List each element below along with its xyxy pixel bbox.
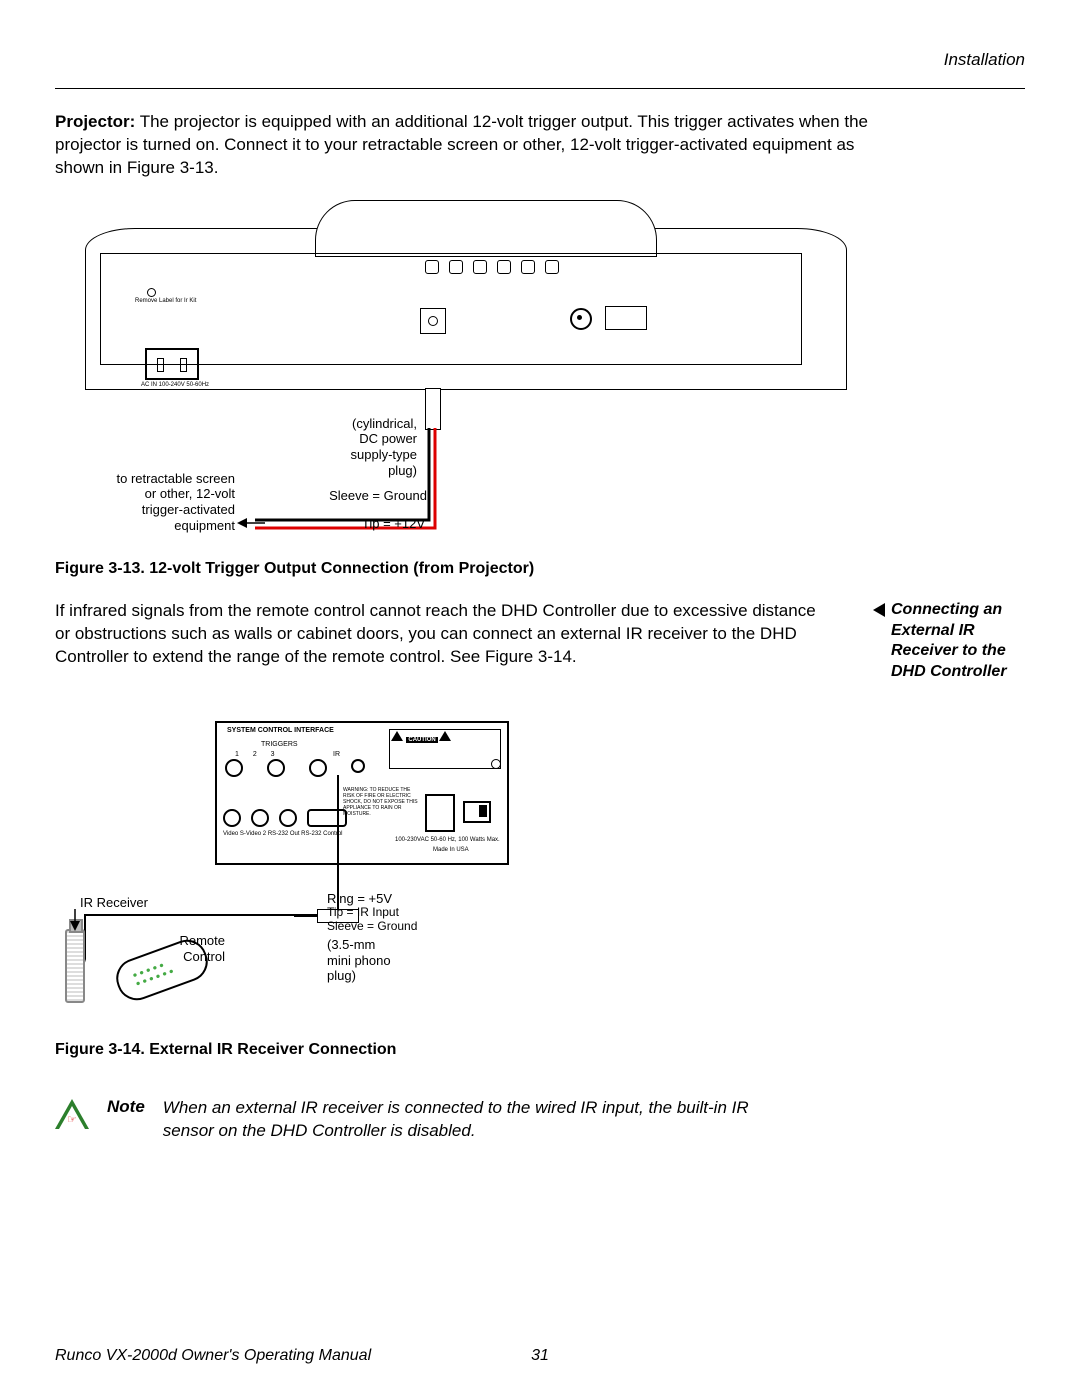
sidehead-connecting-ir: Connecting an External IR Receiver to th…	[873, 600, 1025, 683]
ir-receiver-arrow	[69, 909, 81, 931]
section-header: Installation	[55, 50, 1025, 70]
figure-3-13-caption: Figure 3-13. 12-volt Trigger Output Conn…	[55, 560, 1025, 578]
ir-receiver-label: IR Receiver	[80, 895, 148, 911]
para1-text: The projector is equipped with an additi…	[55, 112, 868, 177]
note-label: Note	[107, 1097, 145, 1117]
rule	[55, 88, 1025, 89]
sleeve-label: Sleeve = Ground	[327, 488, 427, 504]
figure-3-13: AC IN 100-240V 50-60Hz Remove Label for …	[55, 198, 885, 548]
figure-3-14: SYSTEM CONTROL INTERFACE TRIGGERS IR 1 2…	[55, 709, 575, 1029]
tip-label: Tip = +12V	[355, 516, 425, 532]
footer-manual-title: Runco VX-2000d Owner's Operating Manual	[55, 1347, 371, 1365]
page-footer: Runco VX-2000d Owner's Operating Manual …	[55, 1347, 1025, 1365]
hand-icon: ☞	[67, 1113, 77, 1126]
ir-receiver	[65, 929, 85, 1003]
equipment-label: to retractable screen or other, 12-volt …	[95, 471, 235, 533]
phono-plug-label: (3.5-mm mini phono plug)	[327, 937, 391, 984]
page-number: 31	[531, 1347, 549, 1365]
para1-lead: Projector:	[55, 112, 135, 131]
paragraph-projector: Projector: The projector is equipped wit…	[55, 111, 875, 180]
note-icon: ☞	[55, 1099, 89, 1129]
plug-label: (cylindrical, DC power supply-type plug)	[327, 416, 417, 478]
note-block: ☞ Note When an external IR receiver is c…	[55, 1097, 1025, 1143]
sidehead-arrow-icon	[873, 603, 885, 617]
figure-3-14-caption: Figure 3-14. External IR Receiver Connec…	[55, 1041, 1025, 1059]
remote-label: RemoteControl	[165, 933, 225, 964]
tip-ir-label: Tip = IR Input Sleeve = Ground	[327, 905, 417, 934]
arrow-to-equipment	[237, 516, 265, 530]
paragraph-ir: If infrared signals from the remote cont…	[55, 600, 835, 669]
note-text: When an external IR receiver is connecte…	[163, 1097, 803, 1143]
